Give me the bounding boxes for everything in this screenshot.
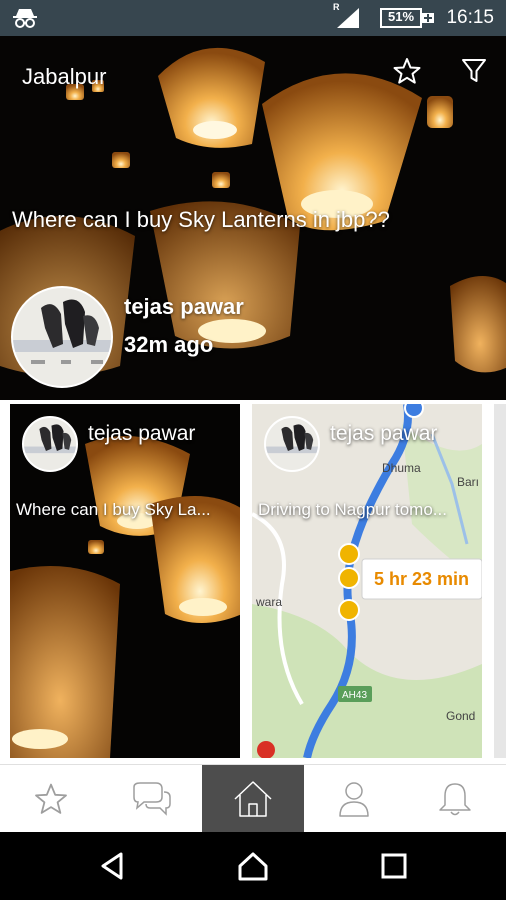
signal-icon xyxy=(337,8,359,28)
route-duration: 5 hr 23 min xyxy=(374,569,469,589)
recents-icon[interactable] xyxy=(378,850,410,882)
battery-level: 51% xyxy=(388,9,415,24)
map-place: Gond xyxy=(446,709,475,723)
incognito-icon xyxy=(13,9,37,28)
map-place: Dhuma xyxy=(382,461,421,475)
nav-chat[interactable] xyxy=(101,765,202,833)
nav-notifications[interactable] xyxy=(405,765,506,833)
star-icon xyxy=(34,783,67,814)
post-card[interactable]: tejas pawar Where can I buy Sky La... xyxy=(10,404,240,758)
featured-post[interactable]: Jabalpur Where can I buy Sky Lanterns in… xyxy=(0,36,506,400)
nav-favorites[interactable] xyxy=(0,765,101,833)
map-place: Barı xyxy=(457,475,479,489)
post-cards[interactable]: tejas pawar Where can I buy Sky La... 5 … xyxy=(0,404,506,760)
clock: 16:15 xyxy=(446,7,494,28)
post-card[interactable]: 5 hr 23 min Dhuma Barı wara Gond AH43 te… xyxy=(252,404,482,758)
road-label: AH43 xyxy=(342,690,367,701)
back-icon[interactable] xyxy=(97,850,129,882)
post-author[interactable]: tejas pawar xyxy=(124,294,244,320)
status-bar: R 51% 16:15 xyxy=(0,0,506,36)
chat-icon xyxy=(133,782,171,816)
post-question: Where can I buy Sky Lanterns in jbp?? xyxy=(12,207,390,232)
nav-home[interactable] xyxy=(202,765,304,833)
home-icon xyxy=(234,781,272,817)
card-text: Where can I buy Sky La... xyxy=(16,500,211,519)
card-author: tejas pawar xyxy=(88,422,196,445)
post-time: 32m ago xyxy=(124,332,214,357)
card-text: Driving to Nagpur tomo... xyxy=(258,500,447,519)
avatar[interactable] xyxy=(22,416,78,472)
nav-profile[interactable] xyxy=(304,765,405,833)
person-icon xyxy=(339,782,369,817)
map-place: wara xyxy=(255,595,282,609)
card-author: tejas pawar xyxy=(330,422,438,445)
post-card-peek[interactable] xyxy=(494,404,506,758)
avatar[interactable] xyxy=(264,416,320,472)
system-nav xyxy=(0,832,506,900)
filter-icon[interactable] xyxy=(459,56,489,86)
city-name: Jabalpur xyxy=(22,64,107,89)
bell-icon xyxy=(439,783,472,816)
avatar[interactable] xyxy=(11,286,113,388)
bottom-nav xyxy=(0,764,506,833)
star-icon[interactable] xyxy=(392,56,422,86)
home-nav-icon[interactable] xyxy=(237,850,269,882)
